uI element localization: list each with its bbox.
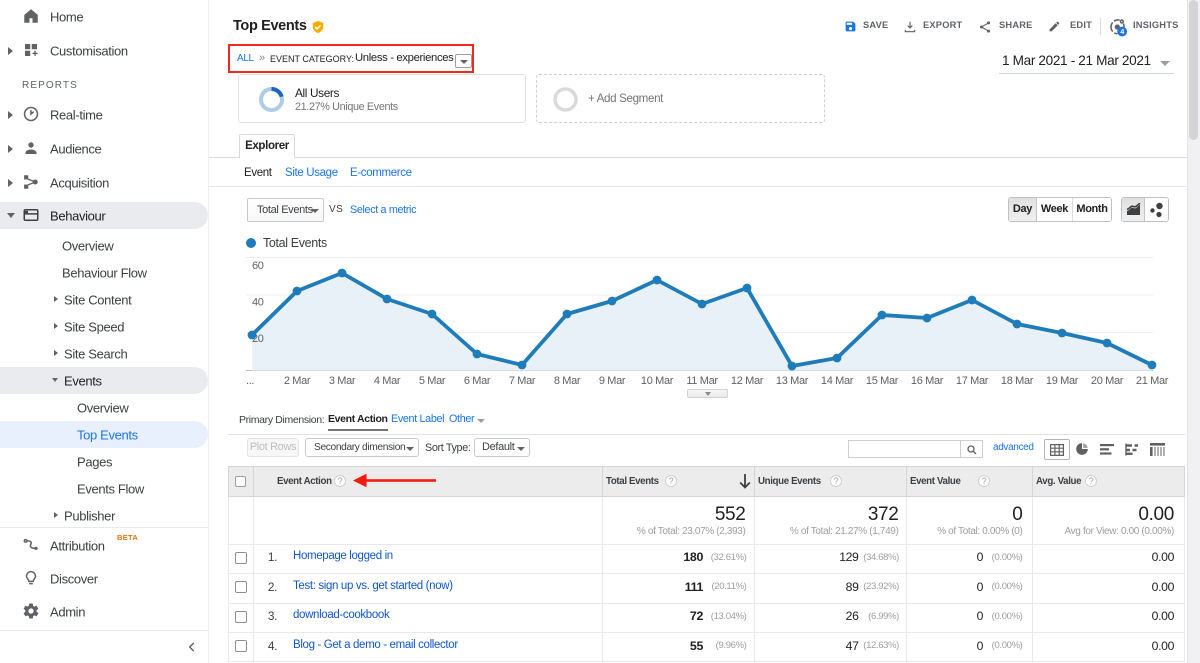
svg-text:...: ... (246, 375, 254, 387)
svg-text:18 Mar: 18 Mar (1001, 375, 1034, 387)
svg-text:21 Mar: 21 Mar (1136, 375, 1169, 387)
svg-text:60: 60 (252, 260, 264, 272)
svg-text:16 Mar: 16 Mar (911, 375, 944, 387)
svg-text:9 Mar: 9 Mar (599, 375, 626, 387)
svg-text:13 Mar: 13 Mar (776, 375, 809, 387)
svg-text:14 Mar: 14 Mar (821, 375, 854, 387)
svg-text:5 Mar: 5 Mar (419, 375, 446, 387)
svg-text:4 Mar: 4 Mar (374, 375, 401, 387)
svg-text:20 Mar: 20 Mar (1091, 375, 1124, 387)
svg-text:3 Mar: 3 Mar (329, 375, 356, 387)
svg-text:7 Mar: 7 Mar (509, 375, 536, 387)
svg-text:17 Mar: 17 Mar (956, 375, 989, 387)
svg-text:11 Mar: 11 Mar (686, 375, 718, 387)
svg-text:15 Mar: 15 Mar (866, 375, 899, 387)
svg-text:40: 40 (252, 297, 264, 309)
svg-text:12 Mar: 12 Mar (731, 375, 764, 387)
svg-text:19 Mar: 19 Mar (1046, 375, 1079, 387)
svg-text:6 Mar: 6 Mar (464, 375, 491, 387)
svg-text:2 Mar: 2 Mar (284, 375, 311, 387)
svg-text:8 Mar: 8 Mar (554, 375, 581, 387)
svg-text:10 Mar: 10 Mar (641, 375, 674, 387)
